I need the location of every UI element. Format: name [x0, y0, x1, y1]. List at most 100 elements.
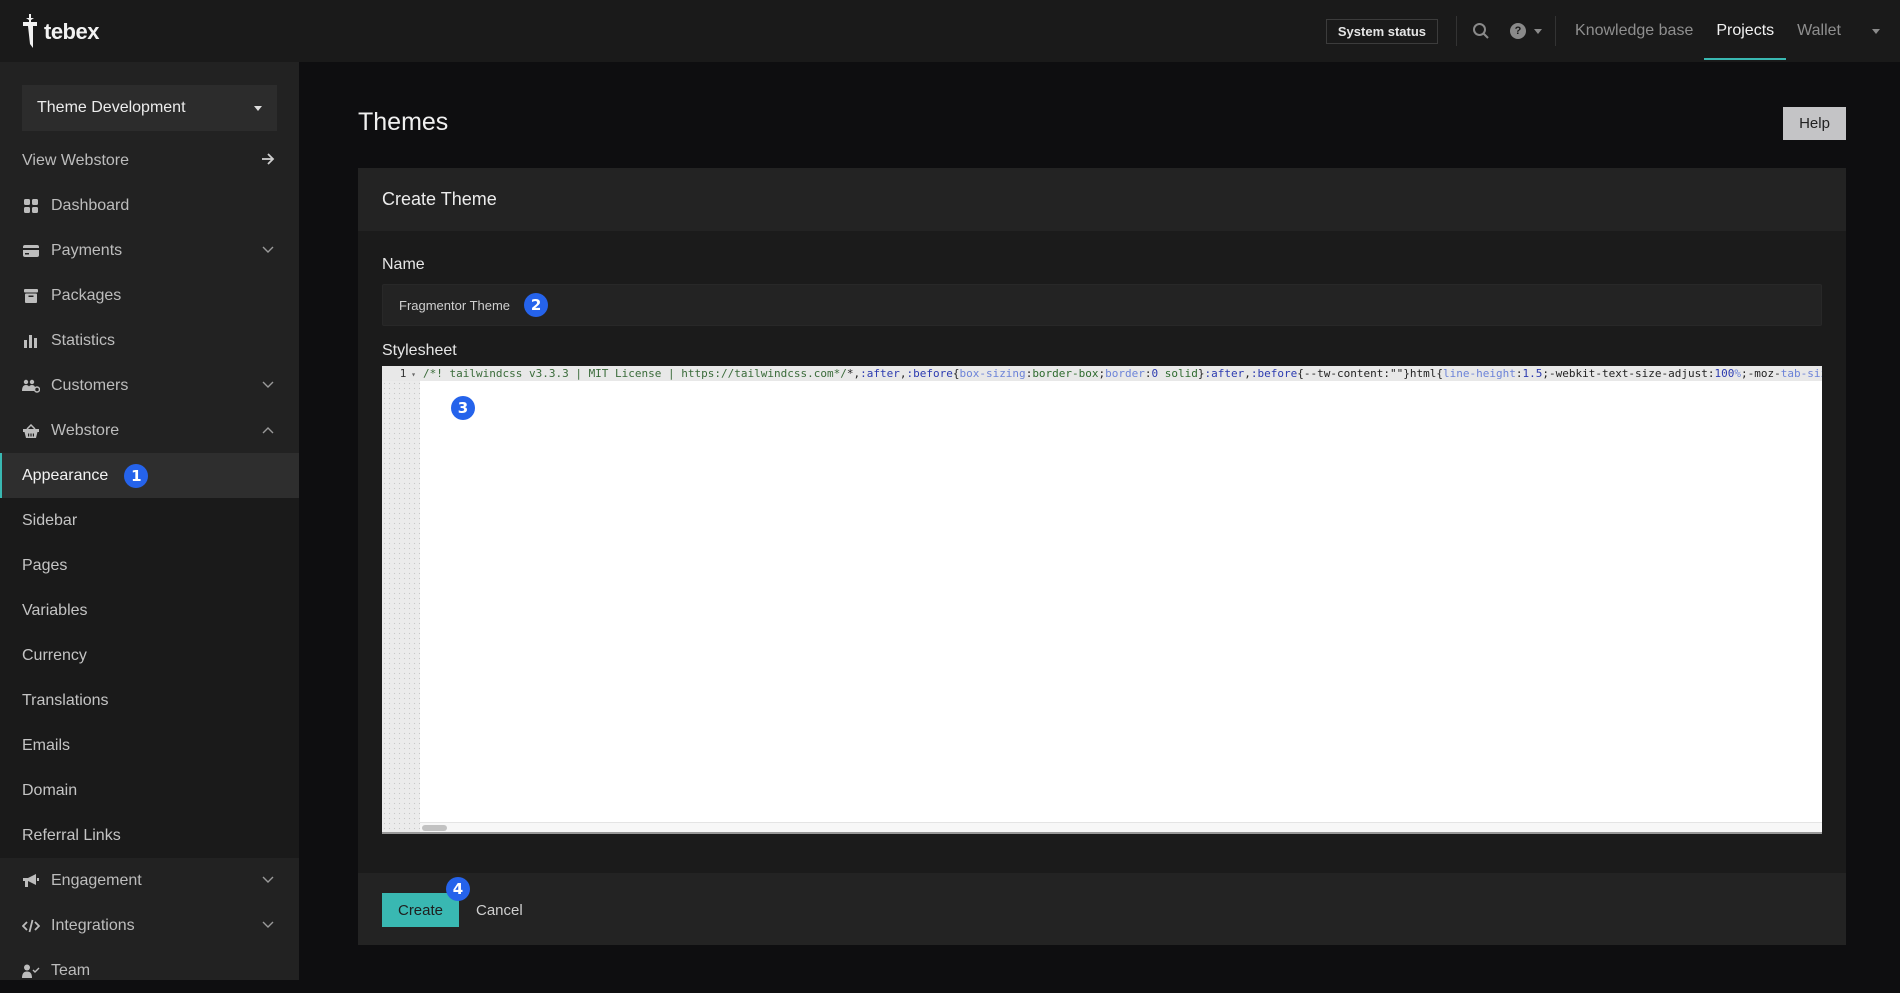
- user-check-icon: [22, 962, 40, 980]
- code-token: 1.5: [1522, 367, 1543, 380]
- code-icon: [22, 917, 40, 935]
- code-token: :after: [860, 367, 900, 380]
- nav-projects[interactable]: Projects: [1704, 0, 1786, 62]
- credit-card-icon: [22, 242, 40, 260]
- webstore-submenu: Appearance 1 Sidebar Pages Variables Cur…: [0, 453, 299, 858]
- search-button[interactable]: [1461, 0, 1501, 62]
- basket-icon: [22, 422, 40, 440]
- sidebar-item-label: Dashboard: [51, 196, 130, 214]
- sidebar-item-team[interactable]: Team: [0, 948, 299, 993]
- sidebar-item-statistics[interactable]: Statistics: [0, 318, 299, 363]
- step-badge: 2: [524, 293, 549, 317]
- users-cog-icon: [22, 377, 40, 395]
- store-selector[interactable]: Theme Development: [22, 85, 277, 131]
- code-token: *,: [846, 367, 861, 380]
- archive-box-icon: [22, 287, 40, 305]
- top-navigation-bar: tebex System status ? Knowledge base Pro…: [0, 0, 1900, 62]
- chevron-down-icon: [262, 921, 274, 928]
- sidebar-item-dashboard[interactable]: Dashboard: [0, 183, 299, 228]
- sidebar-item-engagement[interactable]: Engagement: [0, 858, 299, 903]
- line-number: 1 ▾: [399, 367, 416, 380]
- sidebar-item-label: Statistics: [51, 331, 116, 349]
- code-token: border-box: [1032, 367, 1099, 380]
- create-button[interactable]: Create: [382, 893, 459, 927]
- sidebar-item-label: Team: [51, 961, 91, 979]
- cancel-button[interactable]: Cancel: [476, 893, 523, 927]
- theme-name-value: Fragmentor Theme: [399, 297, 511, 313]
- sidebar-subitem-appearance[interactable]: Appearance 1: [0, 453, 299, 498]
- sidebar-subitem-referral-links[interactable]: Referral Links: [0, 813, 299, 858]
- sidebar-subitem-translations[interactable]: Translations: [0, 678, 299, 723]
- caret-down-icon: [1872, 28, 1880, 34]
- code-token: :: [1144, 367, 1152, 380]
- divider: [1456, 16, 1458, 46]
- search-icon: [1473, 23, 1489, 39]
- code-token: ;-webkit-text-size-adjust:: [1542, 367, 1715, 380]
- sidebar-subitem-sidebar[interactable]: Sidebar: [0, 498, 299, 543]
- sidebar-subitem-label: Currency: [22, 646, 87, 664]
- code-token: :before: [906, 367, 953, 380]
- tebex-logo-mark-icon: [23, 14, 37, 48]
- sidebar-subitem-pages[interactable]: Pages: [0, 543, 299, 588]
- tebex-logo[interactable]: tebex: [20, 14, 99, 50]
- editor-gutter: [382, 366, 420, 832]
- code-token: :before: [1250, 367, 1298, 380]
- sidebar: Theme Development View Webstore Dashboar…: [0, 62, 299, 980]
- code-line[interactable]: /*! tailwindcss v3.3.3 | MIT License | h…: [423, 366, 1822, 381]
- sidebar-subitem-domain[interactable]: Domain: [0, 768, 299, 813]
- help-button[interactable]: Help: [1783, 107, 1846, 140]
- card-title: Create Theme: [358, 168, 1846, 231]
- sidebar-item-label: Webstore: [51, 421, 120, 439]
- stylesheet-label: Stylesheet: [382, 342, 457, 359]
- code-token: /*! tailwindcss v3.3.3 | MIT License | h…: [423, 367, 847, 380]
- sidebar-item-label: Packages: [51, 286, 122, 304]
- scrollbar-thumb[interactable]: [422, 825, 447, 831]
- code-token: :after: [1204, 367, 1245, 380]
- system-status-button[interactable]: System status: [1325, 18, 1439, 44]
- editor-horizontal-scrollbar[interactable]: [420, 822, 1822, 832]
- sidebar-subitem-currency[interactable]: Currency: [0, 633, 299, 678]
- dashboard-icon: [22, 197, 40, 215]
- chevron-down-icon: [262, 246, 274, 253]
- sidebar-subitem-emails[interactable]: Emails: [0, 723, 299, 768]
- megaphone-icon: [22, 872, 40, 890]
- sidebar-item-packages[interactable]: Packages: [0, 273, 299, 318]
- sidebar-item-webstore[interactable]: Webstore: [0, 408, 299, 453]
- code-token: line-height: [1442, 367, 1516, 380]
- sidebar-subitem-label: Appearance: [22, 466, 109, 484]
- view-webstore-label: View Webstore: [22, 151, 130, 169]
- sidebar-item-label: Payments: [51, 241, 123, 259]
- sidebar-item-payments[interactable]: Payments: [0, 228, 299, 273]
- code-token: }: [1197, 367, 1205, 380]
- sidebar-subitem-label: Referral Links: [22, 826, 121, 844]
- sidebar-item-label: Engagement: [51, 871, 142, 889]
- sidebar-subitem-label: Domain: [22, 781, 78, 799]
- create-theme-card: Create Theme Name Fragmentor Theme 2 Sty…: [358, 168, 1846, 945]
- sidebar-subitem-label: Translations: [22, 691, 109, 709]
- theme-name-input[interactable]: Fragmentor Theme 2: [382, 284, 1822, 326]
- stylesheet-code-editor[interactable]: 1 ▾ /*! tailwindcss v3.3.3 | MIT License…: [382, 366, 1822, 834]
- code-token: ;-moz-: [1741, 367, 1781, 380]
- card-footer: Create 4 Cancel: [358, 873, 1846, 945]
- chevron-up-icon: [262, 427, 274, 434]
- sidebar-item-integrations[interactable]: Integrations: [0, 903, 299, 948]
- account-menu-button[interactable]: [1852, 0, 1900, 62]
- sidebar-subitem-variables[interactable]: Variables: [0, 588, 299, 633]
- store-selector-value: Theme Development: [37, 99, 186, 116]
- name-label: Name: [382, 256, 425, 273]
- brand-name: tebex: [44, 19, 99, 44]
- sidebar-item-label: Customers: [51, 376, 129, 394]
- sidebar-subitem-label: Pages: [22, 556, 68, 574]
- arrow-right-icon: [262, 153, 275, 165]
- sidebar-item-customers[interactable]: Customers: [0, 363, 299, 408]
- nav-knowledge-base[interactable]: Knowledge base: [1564, 0, 1704, 62]
- sidebar-subitem-label: Sidebar: [22, 511, 78, 529]
- page-title: Themes: [358, 108, 449, 136]
- view-webstore-link[interactable]: View Webstore: [0, 138, 299, 183]
- code-token: 100: [1714, 367, 1735, 380]
- caret-down-icon: [254, 105, 262, 111]
- chevron-down-icon: [262, 381, 274, 388]
- help-menu-button[interactable]: ?: [1501, 0, 1551, 62]
- nav-wallet[interactable]: Wallet: [1786, 0, 1852, 62]
- chevron-down-icon: [262, 876, 274, 883]
